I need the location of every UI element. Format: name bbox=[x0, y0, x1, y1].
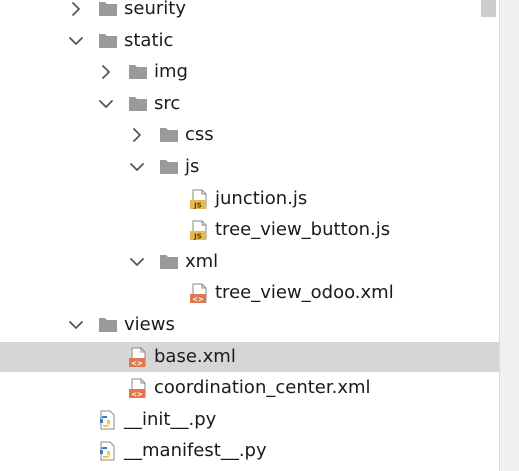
xml-file-icon: <> bbox=[188, 282, 210, 304]
folder-icon bbox=[158, 156, 180, 178]
tree-item-label: base.xml bbox=[154, 345, 236, 367]
tree-item-junction-js[interactable]: JS junction.js bbox=[0, 184, 499, 214]
tree-item-js[interactable]: js bbox=[0, 152, 499, 182]
tree-item-base-xml[interactable]: <> base.xml bbox=[0, 341, 499, 372]
tree-item-label: views bbox=[124, 314, 175, 335]
xml-file-icon: <> bbox=[127, 346, 149, 368]
folder-icon bbox=[158, 251, 180, 273]
tree-item-xml[interactable]: xml bbox=[0, 247, 499, 277]
tree-item-label: __manifest__.py bbox=[124, 440, 267, 462]
tree-item-manifest-py[interactable]: __manifest__.py bbox=[0, 436, 499, 466]
tree-item-label: xml bbox=[185, 250, 219, 272]
tree-item-img[interactable]: img bbox=[0, 57, 499, 87]
folder-icon bbox=[158, 124, 180, 146]
tree-item-tree-view-button-js[interactable]: JS tree_view_button.js bbox=[0, 215, 499, 245]
js-file-icon: JS bbox=[188, 219, 210, 241]
js-file-icon: JS bbox=[188, 188, 210, 210]
chevron-right-icon[interactable] bbox=[128, 126, 146, 144]
python-file-icon bbox=[97, 409, 119, 431]
chevron-down-icon[interactable] bbox=[128, 253, 146, 271]
chevron-down-icon[interactable] bbox=[67, 32, 85, 50]
tree-item-label: src bbox=[154, 92, 181, 114]
folder-icon bbox=[127, 93, 149, 115]
vertical-scrollbar[interactable] bbox=[499, 0, 519, 471]
folder-icon bbox=[97, 314, 119, 336]
tree-item-label: js bbox=[185, 156, 200, 177]
tree-item-label: static bbox=[124, 29, 174, 51]
tree-item-tree-view-odoo-xml[interactable]: <> tree_view_odoo.xml bbox=[0, 278, 499, 308]
tree-item-label: seurity bbox=[124, 0, 186, 19]
project-file-tree: seurity static img src css js JS junction.js JS t… bbox=[0, 0, 499, 471]
tree-item-label: junction.js bbox=[215, 187, 308, 209]
xml-file-icon: <> bbox=[127, 377, 149, 399]
tree-item-label: tree_view_odoo.xml bbox=[215, 282, 394, 304]
chevron-down-icon[interactable] bbox=[128, 158, 146, 176]
tree-item-css[interactable]: css bbox=[0, 120, 499, 150]
tree-item-coordination-center-xml[interactable]: <> coordination_center.xml bbox=[0, 373, 499, 403]
chevron-right-icon[interactable] bbox=[67, 0, 85, 18]
tree-item-src[interactable]: src bbox=[0, 89, 499, 119]
tree-item-label: __init__.py bbox=[124, 408, 217, 430]
folder-icon bbox=[97, 0, 119, 20]
tree-item-label: css bbox=[185, 124, 214, 146]
svg-text:JS: JS bbox=[193, 232, 202, 240]
svg-text:JS: JS bbox=[193, 201, 202, 209]
chevron-down-icon[interactable] bbox=[97, 95, 115, 113]
tree-item-views[interactable]: views bbox=[0, 310, 499, 340]
tree-item-static[interactable]: static bbox=[0, 26, 499, 56]
tree-item-label: coordination_center.xml bbox=[154, 377, 371, 399]
tree-item-init-py[interactable]: __init__.py bbox=[0, 405, 499, 435]
chevron-right-icon[interactable] bbox=[97, 63, 115, 81]
folder-icon bbox=[97, 30, 119, 52]
scrollbar-thumb[interactable] bbox=[481, 0, 496, 17]
python-file-icon bbox=[97, 440, 119, 462]
svg-text:<>: <> bbox=[131, 390, 143, 398]
svg-text:<>: <> bbox=[192, 296, 204, 304]
folder-icon bbox=[127, 61, 149, 83]
tree-item-label: tree_view_button.js bbox=[215, 219, 391, 241]
svg-text:<>: <> bbox=[131, 359, 143, 367]
chevron-down-icon[interactable] bbox=[67, 316, 85, 334]
tree-item-seurity[interactable]: seurity bbox=[0, 0, 499, 24]
tree-item-label: img bbox=[154, 61, 188, 83]
